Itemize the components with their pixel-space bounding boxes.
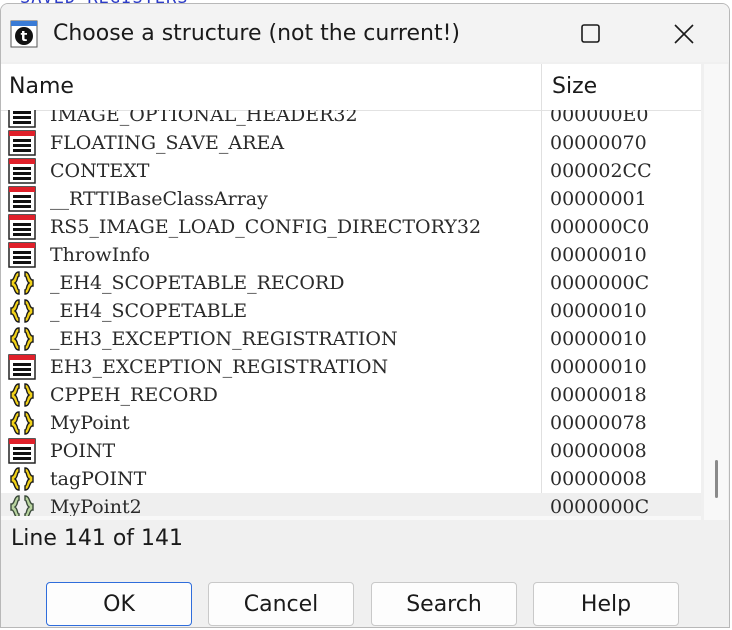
row-name: _EH3_EXCEPTION_REGISTRATION (50, 328, 398, 350)
row-name: __RTTIBaseClassArray (50, 188, 268, 210)
local-type-icon (8, 298, 36, 324)
list-header: Name Size (1, 64, 701, 111)
row-size: 000000C0 (550, 216, 650, 238)
row-size: 00000010 (550, 356, 647, 378)
row-size: 00000010 (550, 300, 647, 322)
row-size: 00000008 (550, 440, 647, 462)
table-row[interactable]: IMAGE_OPTIONAL_HEADER32 000000E0 (1, 110, 701, 129)
window-title: Choose a structure (not the current!) (53, 21, 460, 46)
row-size: 00000018 (550, 384, 647, 406)
struct-icon (8, 110, 36, 128)
row-name: _EH4_SCOPETABLE_RECORD (50, 272, 345, 294)
row-name: ThrowInfo (50, 244, 150, 266)
help-button[interactable]: Help (533, 582, 679, 626)
local-type-icon (8, 466, 36, 492)
row-name: tagPOINT (50, 468, 147, 490)
row-name: IMAGE_OPTIONAL_HEADER32 (50, 110, 358, 126)
table-row[interactable]: RS5_IMAGE_LOAD_CONFIG_DIRECTORY32 000000C… (1, 213, 701, 241)
list-rows: IMAGE_OPTIONAL_HEADER32 000000E0 FLOATING_… (1, 110, 701, 516)
row-name: _EH4_SCOPETABLE (50, 300, 248, 322)
table-row[interactable]: CPPEH_RECORD 00000018 (1, 381, 701, 409)
row-name: CONTEXT (50, 160, 150, 182)
vertical-scrollbar[interactable] (704, 64, 728, 520)
column-header-name[interactable]: Name (9, 74, 74, 99)
column-header-size[interactable]: Size (552, 74, 597, 99)
row-name: EH3_EXCEPTION_REGISTRATION (50, 356, 389, 378)
struct-icon (8, 158, 36, 184)
row-size: 0000000C (550, 496, 650, 516)
table-row[interactable]: __RTTIBaseClassArray 00000001 (1, 185, 701, 213)
svg-text:t: t (21, 29, 28, 45)
table-row[interactable]: POINT 00000008 (1, 437, 701, 465)
app-icon: t (10, 20, 38, 48)
table-row[interactable]: _EH3_EXCEPTION_REGISTRATION 00000010 (1, 325, 701, 353)
struct-icon (8, 242, 36, 268)
row-size: 00000078 (550, 412, 647, 434)
maximize-icon (581, 24, 600, 43)
struct-icon (8, 130, 36, 156)
table-row[interactable]: FLOATING_SAVE_AREA 00000070 (1, 129, 701, 157)
table-row[interactable]: CONTEXT 000002CC (1, 157, 701, 185)
ok-button[interactable]: OK (46, 582, 192, 626)
title-bar[interactable]: t Choose a structure (not the current!) (1, 4, 729, 62)
row-size: 00000070 (550, 132, 647, 154)
local-type-icon (8, 410, 36, 436)
status-line: Line 141 of 141 (11, 526, 184, 551)
row-size: 00000001 (550, 188, 647, 210)
row-size: 000002CC (550, 160, 652, 182)
row-name: POINT (50, 440, 116, 462)
struct-icon (8, 214, 36, 240)
close-button[interactable] (661, 18, 707, 50)
horizontal-scrollbar[interactable] (1, 516, 701, 520)
row-name: MyPoint2 (50, 496, 142, 516)
table-row[interactable]: tagPOINT 00000008 (1, 465, 701, 493)
table-row[interactable]: _EH4_SCOPETABLE_RECORD 0000000C (1, 269, 701, 297)
scrollbar-thumb[interactable] (715, 460, 718, 498)
table-row[interactable]: ThrowInfo 00000010 (1, 241, 701, 269)
maximize-button[interactable] (567, 18, 613, 50)
table-row[interactable]: MyPoint 00000078 (1, 409, 701, 437)
structure-list[interactable]: Name Size IMAGE_OPTIONAL_HEADER32 000000E… (1, 64, 701, 516)
struct-icon (8, 354, 36, 380)
row-size: 0000000C (550, 272, 650, 294)
local-type-icon (8, 270, 36, 296)
row-name: CPPEH_RECORD (50, 384, 218, 406)
table-row[interactable]: MyPoint2 0000000C (1, 493, 701, 516)
close-icon (674, 24, 694, 44)
row-size: 00000008 (550, 468, 647, 490)
struct-icon (8, 186, 36, 212)
column-divider[interactable] (541, 64, 542, 110)
struct-icon (8, 438, 36, 464)
search-button[interactable]: Search (371, 582, 517, 626)
row-name: MyPoint (50, 412, 130, 434)
local-type-green-icon (8, 494, 36, 516)
local-type-icon (8, 326, 36, 352)
row-name: RS5_IMAGE_LOAD_CONFIG_DIRECTORY32 (50, 216, 482, 238)
local-type-icon (8, 382, 36, 408)
row-size: 00000010 (550, 244, 647, 266)
row-size: 000000E0 (550, 110, 649, 126)
choose-structure-dialog: t Choose a structure (not the current!) … (0, 3, 730, 628)
row-name: FLOATING_SAVE_AREA (50, 132, 285, 154)
table-row[interactable]: EH3_EXCEPTION_REGISTRATION 00000010 (1, 353, 701, 381)
table-row[interactable]: _EH4_SCOPETABLE 00000010 (1, 297, 701, 325)
cancel-button[interactable]: Cancel (208, 582, 354, 626)
row-size: 00000010 (550, 328, 647, 350)
